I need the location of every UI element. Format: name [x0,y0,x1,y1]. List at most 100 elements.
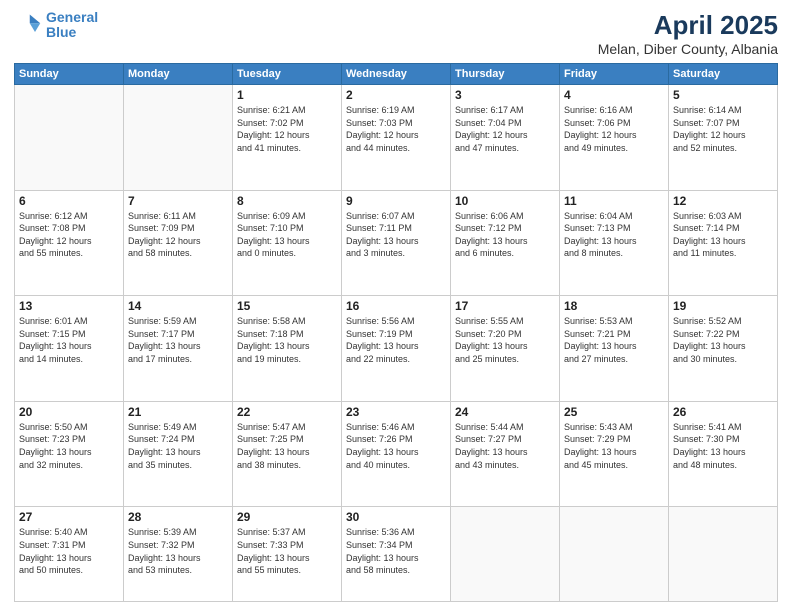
day-number: 17 [455,299,555,313]
table-row: 28 Sunrise: 5:39 AM Sunset: 7:32 PM Dayli… [124,507,233,602]
table-row: 18Sunrise: 5:53 AM Sunset: 7:21 PM Dayli… [560,296,669,402]
day-number: 27 [19,510,119,524]
table-row: 10 Sunrise: 6:06 AM Sunset: 7:12 PM Dayli… [451,190,560,296]
table-row [451,507,560,602]
day-info: Sunrise: 5:55 AM Sunset: 7:20 PM Dayligh… [455,315,555,365]
day-info: Sunrise: 5:59 AM Sunset: 7:17 PM Dayligh… [128,315,228,365]
day-info: Sunrise: 5:58 AM Sunset: 7:18 PM Dayligh… [237,315,337,365]
day-number: 26 [673,405,773,419]
day-number: 10 [455,194,555,208]
table-row: 15 Sunrise: 5:58 AM Sunset: 7:18 PM Dayli… [233,296,342,402]
day-info: Sunrise: 6:07 AM Sunset: 7:11 PM Dayligh… [346,210,446,260]
table-row: 30Sunrise: 5:36 AM Sunset: 7:34 PM Dayli… [342,507,451,602]
day-number: 3 [455,88,555,102]
day-number: 14 [128,299,228,313]
table-row: 13Sunrise: 6:01 AM Sunset: 7:15 PM Dayli… [15,296,124,402]
day-info: Sunrise: 6:09 AM Sunset: 7:10 PM Dayligh… [237,210,337,260]
calendar-header-row: Sunday Monday Tuesday Wednesday Thursday… [15,64,778,85]
day-info: Sunrise: 6:17 AM Sunset: 7:04 PM Dayligh… [455,104,555,154]
table-row: 8Sunrise: 6:09 AM Sunset: 7:10 PM Daylig… [233,190,342,296]
table-row: 14 Sunrise: 5:59 AM Sunset: 7:17 PM Dayli… [124,296,233,402]
day-number: 19 [673,299,773,313]
day-number: 2 [346,88,446,102]
header: General Blue April 2025 Melan, Diber Cou… [14,10,778,57]
day-number: 23 [346,405,446,419]
day-number: 7 [128,194,228,208]
day-info: Sunrise: 6:03 AM Sunset: 7:14 PM Dayligh… [673,210,773,260]
table-row: 3 Sunrise: 6:17 AM Sunset: 7:04 PM Daylig… [451,85,560,191]
day-number: 16 [346,299,446,313]
table-row: 24 Sunrise: 5:44 AM Sunset: 7:27 PM Dayli… [451,401,560,507]
table-row: 12 Sunrise: 6:03 AM Sunset: 7:14 PM Dayli… [669,190,778,296]
table-row: 6 Sunrise: 6:12 AM Sunset: 7:08 PM Daylig… [15,190,124,296]
col-sunday: Sunday [15,64,124,85]
day-info: Sunrise: 5:56 AM Sunset: 7:19 PM Dayligh… [346,315,446,365]
col-wednesday: Wednesday [342,64,451,85]
table-row: 20 Sunrise: 5:50 AM Sunset: 7:23 PM Dayli… [15,401,124,507]
table-row: 27 Sunrise: 5:40 AM Sunset: 7:31 PM Dayli… [15,507,124,602]
table-row: 21Sunrise: 5:49 AM Sunset: 7:24 PM Dayli… [124,401,233,507]
col-tuesday: Tuesday [233,64,342,85]
day-number: 20 [19,405,119,419]
logo-text: General Blue [46,10,98,41]
table-row: 7 Sunrise: 6:11 AM Sunset: 7:09 PM Daylig… [124,190,233,296]
table-row: 17 Sunrise: 5:55 AM Sunset: 7:20 PM Dayli… [451,296,560,402]
table-row: 2 Sunrise: 6:19 AM Sunset: 7:03 PM Daylig… [342,85,451,191]
table-row: 26Sunrise: 5:41 AM Sunset: 7:30 PM Dayli… [669,401,778,507]
day-number: 15 [237,299,337,313]
day-info: Sunrise: 5:53 AM Sunset: 7:21 PM Dayligh… [564,315,664,365]
month-title: April 2025 [598,10,778,41]
day-info: Sunrise: 6:21 AM Sunset: 7:02 PM Dayligh… [237,104,337,154]
day-number: 24 [455,405,555,419]
day-info: Sunrise: 6:04 AM Sunset: 7:13 PM Dayligh… [564,210,664,260]
table-row: 9 Sunrise: 6:07 AM Sunset: 7:11 PM Daylig… [342,190,451,296]
page: General Blue April 2025 Melan, Diber Cou… [0,0,792,612]
day-info: Sunrise: 6:11 AM Sunset: 7:09 PM Dayligh… [128,210,228,260]
table-row: 29 Sunrise: 5:37 AM Sunset: 7:33 PM Dayli… [233,507,342,602]
day-number: 13 [19,299,119,313]
day-info: Sunrise: 5:40 AM Sunset: 7:31 PM Dayligh… [19,526,119,576]
day-info: Sunrise: 6:16 AM Sunset: 7:06 PM Dayligh… [564,104,664,154]
table-row: 25Sunrise: 5:43 AM Sunset: 7:29 PM Dayli… [560,401,669,507]
day-number: 22 [237,405,337,419]
table-row: 4 Sunrise: 6:16 AM Sunset: 7:06 PM Daylig… [560,85,669,191]
day-number: 29 [237,510,337,524]
day-info: Sunrise: 5:39 AM Sunset: 7:32 PM Dayligh… [128,526,228,576]
day-info: Sunrise: 5:46 AM Sunset: 7:26 PM Dayligh… [346,421,446,471]
day-number: 6 [19,194,119,208]
day-info: Sunrise: 5:50 AM Sunset: 7:23 PM Dayligh… [19,421,119,471]
day-info: Sunrise: 5:37 AM Sunset: 7:33 PM Dayligh… [237,526,337,576]
day-number: 5 [673,88,773,102]
day-info: Sunrise: 6:06 AM Sunset: 7:12 PM Dayligh… [455,210,555,260]
day-info: Sunrise: 6:12 AM Sunset: 7:08 PM Dayligh… [19,210,119,260]
day-number: 21 [128,405,228,419]
location-title: Melan, Diber County, Albania [598,41,778,57]
day-number: 4 [564,88,664,102]
col-saturday: Saturday [669,64,778,85]
day-info: Sunrise: 5:47 AM Sunset: 7:25 PM Dayligh… [237,421,337,471]
day-number: 11 [564,194,664,208]
calendar-table: Sunday Monday Tuesday Wednesday Thursday… [14,63,778,602]
table-row: 19 Sunrise: 5:52 AM Sunset: 7:22 PM Dayli… [669,296,778,402]
title-block: April 2025 Melan, Diber County, Albania [598,10,778,57]
table-row [669,507,778,602]
day-number: 1 [237,88,337,102]
table-row: 1 Sunrise: 6:21 AM Sunset: 7:02 PM Daylig… [233,85,342,191]
col-friday: Friday [560,64,669,85]
day-info: Sunrise: 5:52 AM Sunset: 7:22 PM Dayligh… [673,315,773,365]
day-info: Sunrise: 6:19 AM Sunset: 7:03 PM Dayligh… [346,104,446,154]
col-thursday: Thursday [451,64,560,85]
day-number: 28 [128,510,228,524]
day-number: 9 [346,194,446,208]
logo: General Blue [14,10,98,41]
day-info: Sunrise: 5:36 AM Sunset: 7:34 PM Dayligh… [346,526,446,576]
day-number: 12 [673,194,773,208]
table-row [124,85,233,191]
logo-general: General [46,9,98,25]
table-row: 16 Sunrise: 5:56 AM Sunset: 7:19 PM Dayli… [342,296,451,402]
table-row: 23 Sunrise: 5:46 AM Sunset: 7:26 PM Dayli… [342,401,451,507]
col-monday: Monday [124,64,233,85]
day-info: Sunrise: 5:44 AM Sunset: 7:27 PM Dayligh… [455,421,555,471]
table-row [560,507,669,602]
day-info: Sunrise: 5:43 AM Sunset: 7:29 PM Dayligh… [564,421,664,471]
